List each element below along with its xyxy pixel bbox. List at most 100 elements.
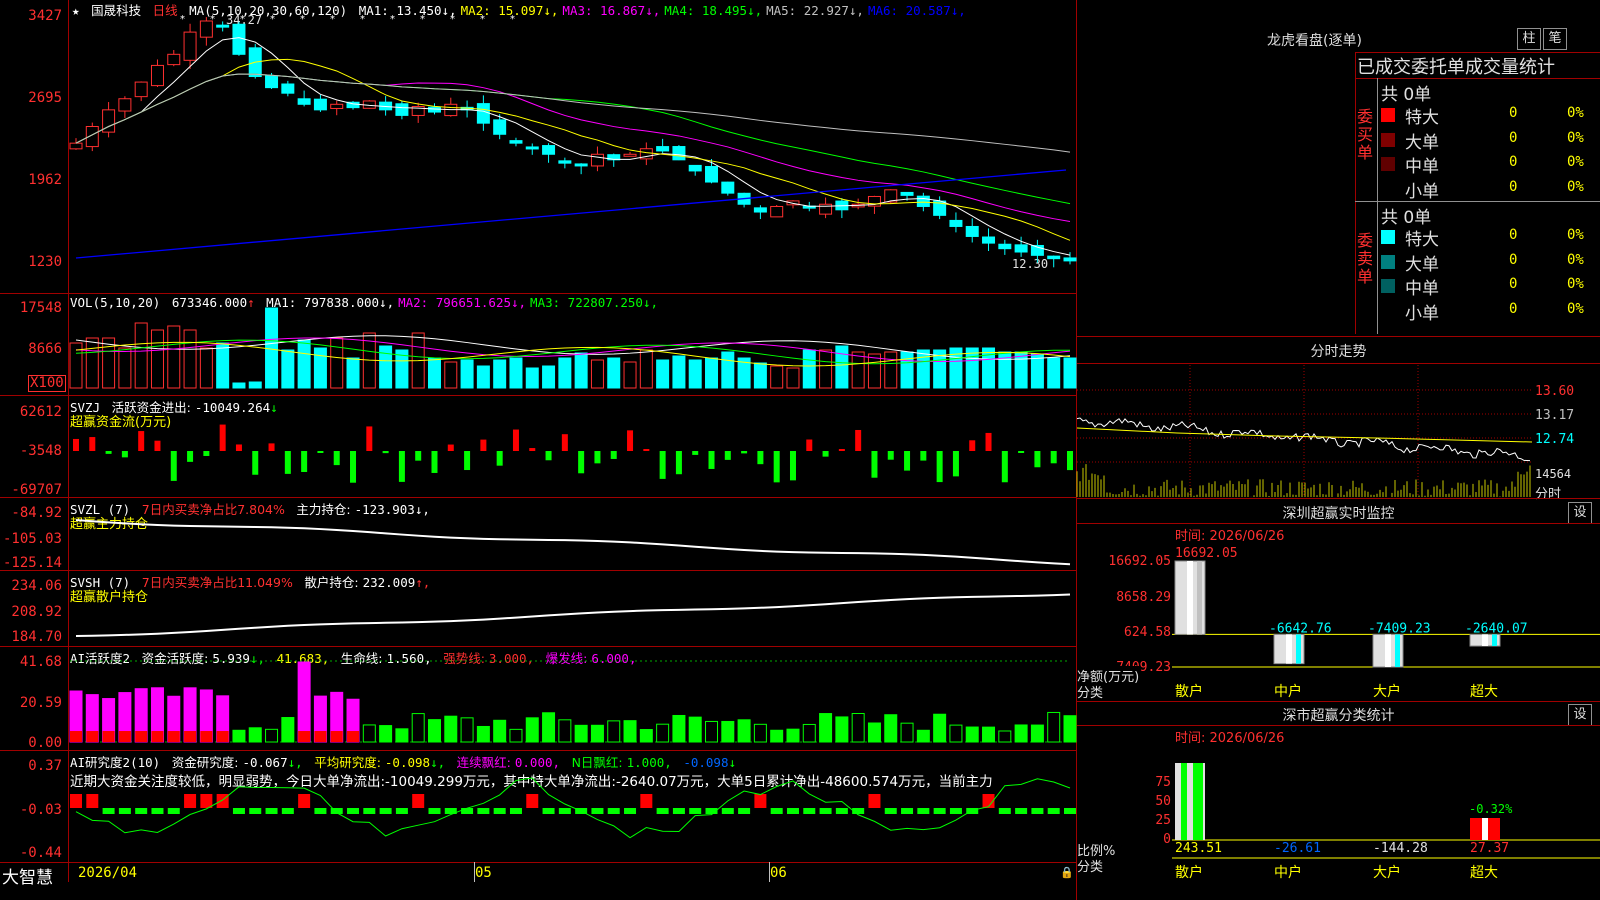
research-bar: [786, 808, 799, 814]
research-bar: [689, 808, 702, 814]
research-bar: [70, 794, 82, 808]
activity-bar: [721, 720, 735, 743]
fund-flow-bar: [105, 451, 112, 454]
fund-flow-bar: [887, 451, 894, 460]
volume-bar: [493, 359, 507, 389]
fund-flow-bar: [512, 429, 519, 451]
candle-body: [216, 24, 230, 28]
candle-body: [982, 236, 996, 244]
activity-bar: [297, 661, 311, 743]
research-bar: [558, 808, 571, 814]
research-bar: [754, 794, 767, 808]
research-bar: [819, 808, 832, 814]
fund-flow-bar: [154, 440, 161, 451]
fund-flow-bar: [806, 439, 813, 451]
activity-bar: [998, 730, 1012, 743]
fund-flow-bar: [757, 451, 764, 465]
research-bar: [135, 808, 148, 814]
research-bar: [167, 808, 180, 814]
activity-bar: [411, 713, 425, 743]
research-bar: [363, 808, 376, 814]
research-bar: [461, 808, 474, 814]
research-bar: [281, 808, 294, 814]
volume-bar: [1030, 353, 1044, 389]
activity-bar: [427, 719, 441, 743]
class-bar-0-green2: [1193, 763, 1203, 840]
fund-flow-bar: [447, 444, 454, 451]
research-bar: [770, 808, 783, 814]
volume-bar: [1063, 357, 1077, 389]
volume-bar: [542, 365, 556, 389]
fund-flow-bar: [838, 449, 845, 451]
fund-flow-bar: [904, 451, 911, 471]
research-bar: [738, 808, 751, 814]
chart-area[interactable]: 3427 2695 1962 1230 17548 8666 X100 6261…: [0, 0, 1077, 900]
research-bar: [835, 808, 848, 814]
volume-bar: [460, 359, 474, 389]
fund-flow-bar: [431, 451, 438, 473]
activity-bar: [542, 712, 556, 743]
volume-bar: [770, 365, 784, 389]
volume-bar: [819, 349, 833, 389]
class-bar-0-green: [1181, 763, 1187, 840]
limit-star-icon: *: [180, 14, 185, 25]
activity-bar: [525, 717, 539, 743]
volume-bar: [721, 351, 735, 389]
class-category-3: 超大: [1470, 865, 1498, 881]
fund-flow-bar: [724, 451, 731, 460]
main-holding-line: [75, 519, 1071, 566]
activity-bar: [1030, 724, 1044, 743]
volume-bar: [427, 357, 441, 389]
volume-bar: [313, 347, 327, 389]
fund-flow-bar: [235, 444, 242, 451]
candle-body: [297, 98, 311, 105]
activity-bar: [509, 728, 523, 743]
research-bar: [428, 808, 441, 814]
fund-flow-bar: [464, 451, 471, 471]
limit-star-icon: *: [510, 14, 515, 25]
activity-bar: [737, 719, 751, 743]
research-bar: [314, 808, 327, 814]
volume-bar: [916, 349, 930, 389]
volume-bar: [216, 342, 230, 389]
research-bar: [656, 808, 669, 814]
activity-bar: [590, 724, 604, 743]
volume-bar: [476, 365, 490, 389]
candle-body: [69, 142, 83, 150]
limit-star-icon: *: [270, 14, 275, 25]
activity-red-base: [200, 731, 213, 742]
candle-body: [558, 160, 572, 164]
activity-red-base: [86, 731, 99, 742]
volume-bar: [248, 381, 262, 389]
research-bar: [249, 808, 262, 814]
candle-body: [623, 153, 637, 157]
fund-flow-bar: [317, 451, 324, 453]
limit-star-icon: *: [390, 14, 395, 25]
volume-bar: [965, 347, 979, 389]
volume-bar: [102, 337, 116, 389]
candle-body: [965, 225, 979, 237]
candle-body: [509, 140, 523, 144]
activity-red-base: [347, 731, 360, 742]
ma-line-1: [75, 37, 1071, 256]
fund-flow-bar: [496, 451, 503, 466]
activity-red-base: [70, 731, 82, 742]
fund-flow-bar: [692, 451, 699, 455]
fund-flow-bar: [952, 451, 959, 477]
candle-body: [265, 75, 279, 89]
volume-bar: [134, 322, 148, 389]
fund-flow-bar: [121, 451, 128, 458]
activity-bar: [1047, 711, 1061, 743]
research-bar: [607, 808, 620, 814]
fund-flow-bar: [415, 451, 422, 461]
fund-flow-bar: [741, 451, 748, 454]
volume-bar: [900, 351, 914, 389]
fund-flow-bar: [480, 439, 487, 451]
candle-body: [167, 53, 181, 66]
class-category-1: 中户: [1274, 864, 1302, 881]
activity-bar: [802, 723, 816, 743]
fund-flow-bar: [187, 451, 194, 462]
fund-flow-bar: [268, 443, 275, 451]
activity-bar: [265, 728, 279, 743]
limit-star-icon: *: [210, 14, 215, 25]
